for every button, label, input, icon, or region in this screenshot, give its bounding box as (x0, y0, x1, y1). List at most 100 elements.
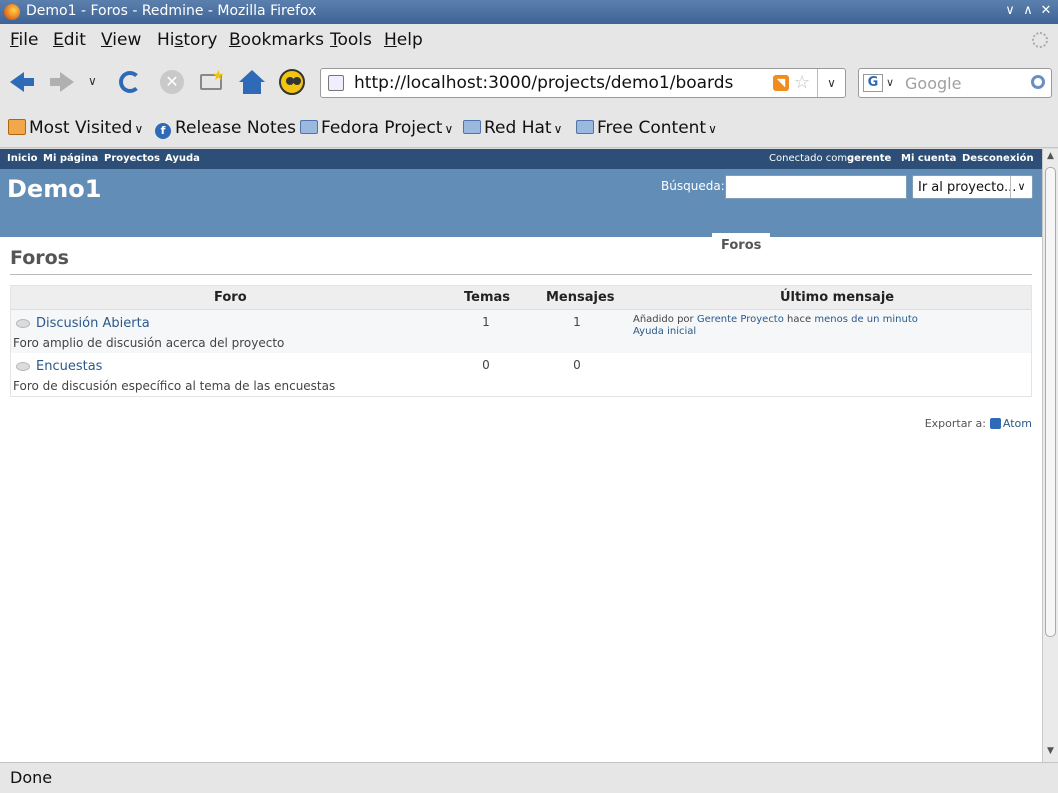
atom-export-link[interactable]: Atom (1003, 417, 1032, 430)
url-dropdown-icon[interactable]: ∨ (817, 69, 845, 97)
navigation-toolbar: ∨ ✕ ★ http://localhost:3000/projects/dem… (0, 56, 1058, 108)
menu-history-label: tory (183, 30, 218, 50)
logged-as-label: Conectado como (769, 153, 854, 164)
menu-file[interactable]: File (10, 30, 38, 50)
table-row: Discusión Abierta Foro amplio de discusi… (11, 310, 1031, 353)
topics-count: 0 (482, 358, 490, 372)
top-link-ayuda[interactable]: Ayuda (165, 153, 200, 164)
table-row: Encuestas Foro de discusión específico a… (11, 353, 1031, 396)
rss-feed-icon[interactable]: ◥ (773, 75, 789, 91)
top-link-proyectos[interactable]: Proyectos (104, 153, 160, 164)
menu-tools-label: ools (337, 30, 372, 50)
url-text[interactable]: http://localhost:3000/projects/demo1/boa… (354, 73, 733, 93)
bookmark-star: ★ (212, 68, 225, 84)
redmine-top-menu: Inicio Mi página Proyectos Ayuda Conecta… (0, 149, 1042, 169)
back-arrow-icon[interactable] (8, 68, 36, 96)
menu-file-accel: F (10, 30, 19, 50)
bookmark-free-content[interactable]: Free Content ∨ (576, 118, 717, 138)
top-link-inicio[interactable]: Inicio (7, 153, 38, 164)
search-icon[interactable] (1031, 75, 1045, 89)
last-message-time[interactable]: menos de un minuto (814, 314, 918, 325)
table-header: Foro Temas Mensajes Último mensaje (11, 286, 1031, 310)
project-title: Demo1 (7, 175, 102, 203)
site-identity-icon[interactable] (328, 75, 344, 91)
menu-edit-label: dit (63, 30, 86, 50)
star-icon[interactable]: ☆ (794, 72, 810, 93)
fedora-icon: f (155, 123, 171, 139)
bookmark-label: Free Content (597, 118, 707, 138)
project-header: Demo1 Búsqueda: Ir al proyecto... ∨ Vist… (0, 169, 1042, 258)
messages-count: 0 (573, 358, 581, 372)
maximize-button[interactable]: ∧ (1020, 3, 1036, 19)
reload-icon[interactable] (116, 68, 144, 96)
menu-help[interactable]: Help (384, 30, 423, 50)
export-links: Exportar a: Atom (925, 417, 1032, 430)
search-box[interactable]: G ∨ Google (858, 68, 1052, 98)
menu-bookmarks[interactable]: Bookmarks (229, 30, 324, 50)
stop-icon[interactable]: ✕ (158, 68, 186, 96)
logged-user[interactable]: gerente (847, 153, 891, 164)
board-description: Foro de discusión específico al tema de … (13, 379, 336, 393)
chevron-down-icon: ∨ (134, 122, 144, 136)
topics-count: 1 (482, 315, 490, 329)
col-ultimo-mensaje: Último mensaje (780, 290, 895, 305)
bug-eye-right (293, 77, 301, 85)
top-link-mi-pagina[interactable]: Mi página (43, 153, 98, 164)
window-title-bar: Demo1 - Foros - Redmine - Mozilla Firefo… (0, 0, 1058, 24)
menu-view[interactable]: View (101, 30, 141, 50)
chevron-down-icon: ∨ (1010, 176, 1032, 198)
menu-history[interactable]: History (157, 30, 218, 50)
search-label: Búsqueda: (661, 179, 725, 193)
menu-tools-accel: T (330, 30, 338, 50)
logout-link[interactable]: Desconexión (962, 153, 1034, 164)
menu-edit[interactable]: Edit (53, 30, 86, 50)
board-link[interactable]: Discusión Abierta (36, 316, 150, 331)
minimize-button[interactable]: ∨ (1002, 3, 1018, 19)
board-description: Foro amplio de discusión acerca del proy… (13, 336, 285, 350)
export-label: Exportar a: (924, 417, 986, 430)
menu-bookmarks-label: ookmarks (240, 30, 324, 50)
my-account-link[interactable]: Mi cuenta (901, 153, 956, 164)
bookmark-fedora-project[interactable]: Fedora Project ∨ (300, 118, 453, 138)
project-search-input[interactable] (725, 175, 907, 199)
last-message-author[interactable]: Gerente Proyecto (697, 314, 784, 325)
page-viewport: Inicio Mi página Proyectos Ayuda Conecta… (0, 149, 1042, 762)
google-icon[interactable]: G (863, 74, 883, 92)
url-bar[interactable]: http://localhost:3000/projects/demo1/boa… (320, 68, 846, 98)
search-input[interactable]: Google (905, 74, 961, 93)
scroll-down-icon[interactable]: ▼ (1044, 746, 1057, 760)
menu-help-label: elp (396, 30, 423, 50)
col-foro: Foro (214, 290, 247, 305)
last-message-subject[interactable]: Ayuda inicial (633, 326, 696, 337)
scroll-up-icon[interactable]: ▲ (1044, 151, 1057, 165)
menu-bar: File Edit View History Bookmarks Tools H… (0, 24, 1058, 56)
rss-folder-icon (8, 119, 26, 135)
bookmark-label: Most Visited (29, 118, 133, 138)
bookmark-release-notes[interactable]: f Release Notes (155, 118, 296, 139)
bug-icon[interactable] (278, 68, 306, 96)
jump-to-project-select[interactable]: Ir al proyecto... ∨ (912, 175, 1033, 199)
scrollbar-thumb[interactable] (1045, 167, 1056, 637)
page-title: Foros (10, 247, 1032, 275)
bookmark-label: Red Hat (484, 118, 552, 138)
history-dropdown-icon[interactable]: ∨ (88, 74, 97, 88)
forward-arrow-icon[interactable] (48, 68, 76, 96)
search-engine-dropdown-icon[interactable]: ∨ (886, 76, 894, 89)
reload-icon-ring (119, 71, 141, 93)
vertical-scrollbar[interactable]: ▲ ▼ (1042, 149, 1058, 762)
bookmark-red-hat[interactable]: Red Hat ∨ (463, 118, 562, 138)
home-icon[interactable] (238, 68, 266, 96)
status-bar: Done (0, 762, 1058, 793)
board-link[interactable]: Encuestas (36, 359, 102, 374)
bookmark-most-visited[interactable]: Most Visited ∨ (8, 118, 143, 138)
close-button[interactable]: ✕ (1038, 3, 1054, 19)
bookmark-star-icon[interactable]: ★ (198, 68, 226, 96)
stop-icon-glyph: ✕ (160, 70, 184, 94)
bookmark-label: Release Notes (175, 118, 296, 138)
menu-tools[interactable]: Tools (330, 30, 372, 50)
main-content: Foros Foro Temas Mensajes Último mensaje… (10, 247, 1032, 430)
atom-feed-icon (989, 418, 1001, 429)
throbber-icon (1032, 32, 1048, 48)
col-mensajes: Mensajes (546, 290, 615, 305)
chevron-down-icon: ∨ (708, 122, 717, 136)
